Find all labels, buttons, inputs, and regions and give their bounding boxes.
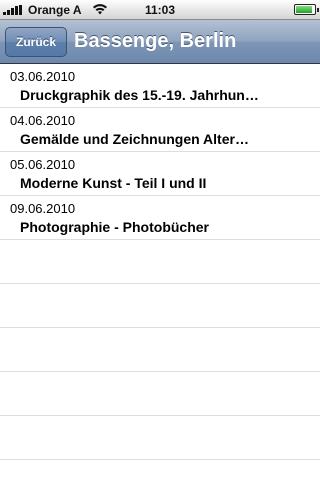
status-bar: Orange A 11:03 <box>0 0 320 20</box>
list-item-date: 09.06.2010 <box>10 201 76 216</box>
list-item-title: Gemälde und Zeichnungen Alter… <box>20 131 249 147</box>
list-item[interactable]: 05.06.2010 Moderne Kunst - Teil I und II <box>0 152 320 196</box>
back-button[interactable]: Zurück <box>5 27 67 57</box>
list-item-date: 04.06.2010 <box>10 113 76 128</box>
list-item-title: Druckgraphik des 15.-19. Jahrhun… <box>20 87 259 103</box>
auction-list[interactable]: 03.06.2010 Druckgraphik des 15.-19. Jahr… <box>0 64 320 480</box>
status-time: 11:03 <box>144 3 176 17</box>
list-item[interactable]: 03.06.2010 Druckgraphik des 15.-19. Jahr… <box>0 64 320 108</box>
list-item-date: 03.06.2010 <box>10 69 76 84</box>
page-title: Bassenge, Berlin <box>74 30 237 52</box>
list-item[interactable]: 09.06.2010 Photographie - Photobücher <box>0 196 320 240</box>
list-item[interactable]: 04.06.2010 Gemälde und Zeichnungen Alter… <box>0 108 320 152</box>
list-item-title: Moderne Kunst - Teil I und II <box>20 175 207 191</box>
battery-icon <box>294 4 319 15</box>
navigation-bar: Zurück Bassenge, Berlin <box>0 20 320 64</box>
list-item-title: Photographie - Photobücher <box>20 219 209 235</box>
list-item-date: 05.06.2010 <box>10 157 76 172</box>
